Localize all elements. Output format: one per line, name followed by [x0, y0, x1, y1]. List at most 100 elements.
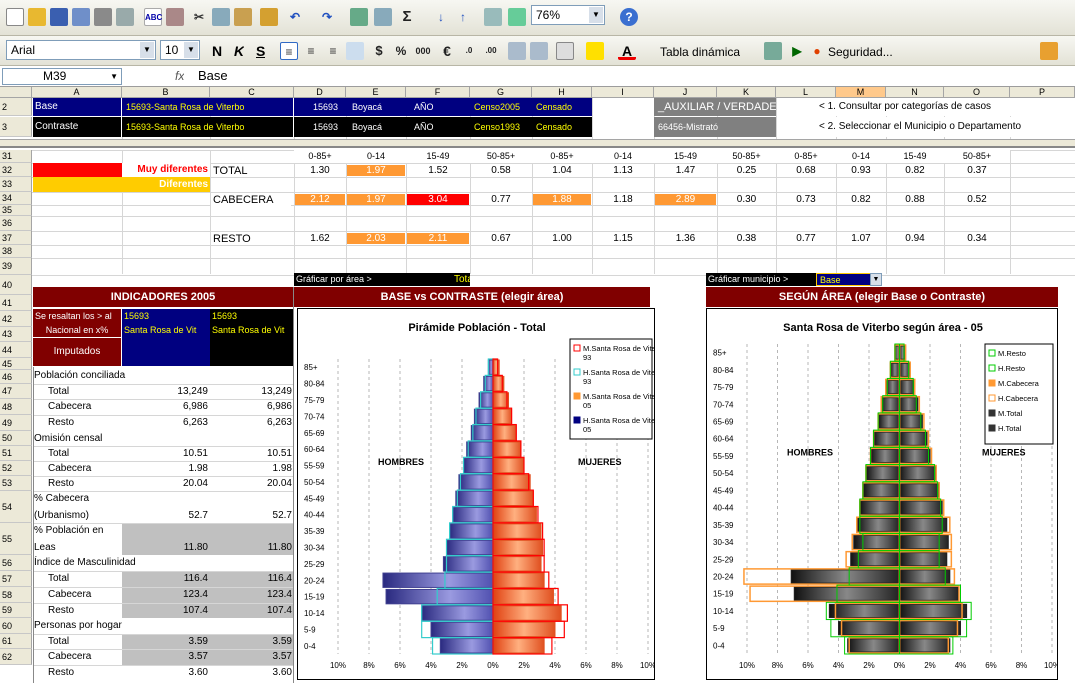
col-header-M[interactable]: M	[836, 87, 886, 98]
select-all-corner[interactable]	[0, 87, 32, 98]
font-color-icon[interactable]: A	[618, 42, 636, 60]
row-header-44[interactable]: 44	[0, 342, 32, 358]
chart-wizard-icon[interactable]	[484, 8, 502, 26]
copy-icon[interactable]	[212, 8, 230, 26]
name-box[interactable]: M39 ▼	[2, 68, 122, 85]
help-icon[interactable]: ?	[620, 8, 638, 26]
row-header-50[interactable]: 50	[0, 431, 32, 446]
row-header-54[interactable]: 54	[0, 491, 32, 523]
permission-icon[interactable]	[72, 8, 90, 26]
row-header-59[interactable]: 59	[0, 603, 32, 618]
formula-input[interactable]: Base	[198, 68, 228, 83]
row-header-38[interactable]: 38	[0, 245, 32, 258]
col-header-L[interactable]: L	[776, 87, 836, 98]
print-icon[interactable]	[94, 8, 112, 26]
italic-button[interactable]: K	[234, 43, 244, 59]
row-header-52[interactable]: 52	[0, 461, 32, 476]
col-header-P[interactable]: P	[1010, 87, 1075, 98]
col-header-O[interactable]: O	[944, 87, 1010, 98]
col-header-H[interactable]: H	[532, 87, 592, 98]
pivot-options-icon[interactable]	[764, 42, 782, 60]
align-center-icon[interactable]: ≡	[302, 42, 320, 60]
row-header-60[interactable]: 60	[0, 618, 32, 634]
bold-button[interactable]: N	[212, 43, 222, 59]
row-header-62[interactable]: 62	[0, 649, 32, 665]
percent-icon[interactable]: %	[392, 42, 410, 60]
col-header-D[interactable]: D	[294, 87, 346, 98]
save-icon[interactable]	[50, 8, 68, 26]
thousands-icon[interactable]: 000	[414, 42, 432, 60]
row-header-47[interactable]: 47	[0, 384, 32, 399]
euro-icon[interactable]: €	[438, 42, 456, 60]
row-header-61[interactable]: 61	[0, 634, 32, 649]
row-header-36[interactable]: 36	[0, 216, 32, 231]
cut-icon[interactable]: ✂	[190, 8, 208, 26]
play-icon[interactable]: ▶	[788, 42, 806, 60]
row-header-45[interactable]: 45	[0, 358, 32, 370]
chevron-down-icon[interactable]: ▼	[870, 273, 882, 286]
decrease-decimal-icon[interactable]: .00	[482, 42, 500, 60]
row-header-48[interactable]: 48	[0, 399, 32, 415]
research-icon[interactable]	[166, 8, 184, 26]
col-header-E[interactable]: E	[346, 87, 406, 98]
office-assistant-icon[interactable]	[1040, 42, 1058, 60]
row-header-34[interactable]: 34	[0, 192, 32, 205]
print-preview-icon[interactable]	[116, 8, 134, 26]
row-header-51[interactable]: 51	[0, 446, 32, 461]
underline-button[interactable]: S	[256, 43, 265, 59]
borders-icon[interactable]	[556, 42, 574, 60]
col-header-K[interactable]: K	[717, 87, 776, 98]
col-header-F[interactable]: F	[406, 87, 470, 98]
row-header-57[interactable]: 57	[0, 571, 32, 587]
chart-1[interactable]: Santa Rosa de Viterbo según área - 05 10%…	[706, 308, 1058, 680]
increase-decimal-icon[interactable]: .0	[460, 42, 478, 60]
spelling-icon[interactable]: ABC	[144, 8, 162, 26]
align-right-icon[interactable]: ≡	[324, 42, 342, 60]
merge-center-icon[interactable]	[346, 42, 364, 60]
paste-icon[interactable]	[234, 8, 252, 26]
format-painter-icon[interactable]	[260, 8, 278, 26]
currency-icon[interactable]: $	[370, 42, 388, 60]
row-header-3[interactable]: 3	[0, 117, 32, 137]
row-header-39[interactable]: 39	[0, 258, 32, 275]
zoom-select[interactable]: 76% ▼	[531, 5, 605, 25]
hyperlink-icon[interactable]	[350, 8, 368, 26]
row-header-32[interactable]: 32	[0, 163, 32, 177]
row-header-56[interactable]: 56	[0, 555, 32, 571]
drawing-icon[interactable]	[508, 8, 526, 26]
outdent-icon[interactable]	[508, 42, 526, 60]
redo-icon[interactable]: ↷	[318, 8, 336, 26]
fill-color-icon[interactable]	[586, 42, 604, 60]
row-header-40[interactable]: 40	[0, 275, 32, 295]
autosum-icon[interactable]	[374, 8, 392, 26]
new-document-icon[interactable]	[6, 8, 24, 26]
row-header-33[interactable]: 33	[0, 177, 32, 192]
indent-icon[interactable]	[530, 42, 548, 60]
row-header-43[interactable]: 43	[0, 327, 32, 342]
col-header-N[interactable]: N	[886, 87, 944, 98]
row-header-53[interactable]: 53	[0, 476, 32, 491]
sigma-icon[interactable]: Σ	[398, 8, 416, 26]
chart-0[interactable]: Pirámide Población - Total 10% 8% 6% 4% 2% 0% 2…	[297, 308, 655, 680]
pivot-table-menu[interactable]: Tabla dinámica	[660, 45, 740, 59]
row-header-42[interactable]: 42	[0, 311, 32, 327]
municipio-selector[interactable]: Base	[816, 273, 876, 286]
row-header-41[interactable]: 41	[0, 295, 32, 311]
col-header-I[interactable]: I	[592, 87, 654, 98]
align-left-icon[interactable]: ≡	[280, 42, 298, 60]
row-header-58[interactable]: 58	[0, 587, 32, 603]
col-header-A[interactable]: A	[32, 87, 122, 98]
record-icon[interactable]: ●	[808, 42, 826, 60]
undo-icon[interactable]: ↶	[286, 8, 304, 26]
col-header-G[interactable]: G	[470, 87, 532, 98]
sort-asc-icon[interactable]: ↓	[432, 8, 450, 26]
row-header-2[interactable]: 2	[0, 98, 32, 116]
row-header-46[interactable]: 46	[0, 370, 32, 384]
row-header-55[interactable]: 55	[0, 523, 32, 555]
col-header-J[interactable]: J	[654, 87, 717, 98]
row-header-49[interactable]: 49	[0, 415, 32, 431]
row-header-37[interactable]: 37	[0, 231, 32, 245]
area-selector[interactable]: Total	[406, 273, 470, 286]
row-header-31[interactable]: 31	[0, 150, 32, 163]
row-header-35[interactable]: 35	[0, 205, 32, 216]
